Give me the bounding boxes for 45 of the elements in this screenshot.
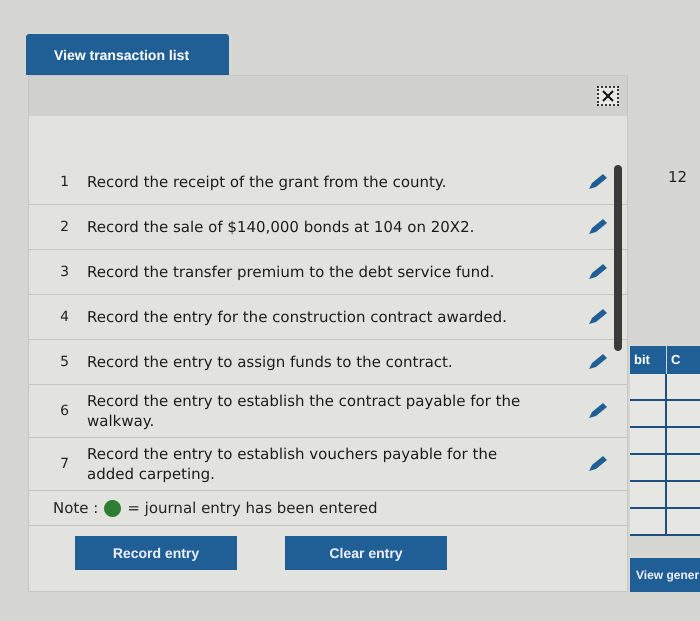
clear-entry-button[interactable]: Clear entry [285, 536, 447, 570]
row-number: 6 [59, 403, 70, 419]
table-cell[interactable] [630, 428, 667, 455]
row-number: 4 [59, 309, 70, 325]
table-cell[interactable] [667, 428, 700, 455]
table-cell[interactable] [630, 455, 667, 482]
pencil-icon[interactable] [587, 401, 609, 421]
side-number: 12 [668, 168, 688, 186]
row-number: 7 [59, 456, 70, 472]
table-cell[interactable] [667, 482, 700, 509]
table-cell[interactable] [667, 455, 700, 482]
column-header: bit [630, 346, 667, 374]
table-cell[interactable] [630, 482, 667, 509]
table-cell[interactable] [667, 401, 700, 428]
close-button[interactable] [597, 86, 619, 106]
record-entry-button[interactable]: Record entry [75, 536, 237, 570]
row-number: 5 [59, 354, 70, 370]
pencil-icon[interactable] [587, 454, 609, 474]
table-cell[interactable] [630, 509, 667, 536]
table-cell[interactable] [667, 374, 700, 401]
view-button[interactable]: View gener [630, 558, 700, 592]
column-header: C [667, 346, 700, 374]
view-transaction-list-button[interactable]: View transaction list [26, 34, 229, 75]
note-label: Note : [53, 499, 98, 517]
transaction-text[interactable]: Record the receipt of the grant from the county. [87, 172, 587, 192]
transaction-text[interactable]: Record the transfer premium to the debt service fund. [87, 262, 587, 282]
table-cell[interactable] [630, 401, 667, 428]
row-number: 1 [59, 174, 70, 190]
pencil-icon[interactable] [587, 217, 609, 237]
pencil-icon[interactable] [587, 262, 609, 282]
pencil-icon[interactable] [587, 172, 609, 192]
table-cell[interactable] [630, 374, 667, 401]
transaction-text[interactable]: Record the sale of $140,000 bonds at 104 on 20X2. [87, 217, 587, 237]
row-number: 3 [59, 264, 70, 280]
transaction-text[interactable]: Record the entry to assign funds to the contract. [87, 352, 587, 372]
pencil-icon[interactable] [587, 352, 609, 372]
transaction-text[interactable]: Record the entry to establish the contract payable for the walkway. [87, 391, 587, 431]
close-icon [602, 90, 614, 102]
transaction-text[interactable]: Record the entry for the construction contract awarded. [87, 307, 587, 327]
transaction-text[interactable]: Record the entry to establish vouchers payable for the added carpeting. [87, 444, 587, 484]
table-cell[interactable] [667, 509, 700, 536]
scrollbar-thumb[interactable] [614, 165, 622, 351]
note-text: = journal entry has been entered [127, 499, 378, 517]
pencil-icon[interactable] [587, 307, 609, 327]
row-number: 2 [59, 219, 70, 235]
